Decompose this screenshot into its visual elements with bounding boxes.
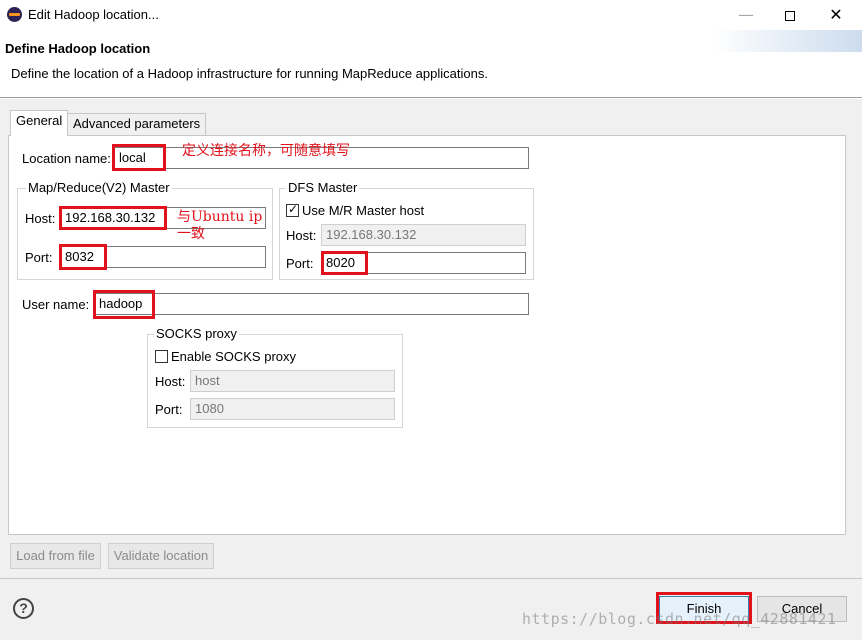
maximize-button[interactable] — [770, 3, 810, 27]
validate-location-button[interactable]: Validate location — [108, 543, 214, 569]
user-name-highlight — [93, 290, 155, 319]
location-name-label: Location name: — [22, 151, 111, 166]
minimize-button[interactable]: — — [726, 3, 766, 27]
enable-socks-label: Enable SOCKS proxy — [171, 349, 297, 364]
user-name-label: User name: — [22, 297, 90, 312]
dfs-port-label: Port: — [286, 256, 314, 271]
header-banner — [712, 30, 862, 52]
title-bar: Edit Hadoop location... — ✕ — [0, 0, 862, 30]
mr-master-title: Map/Reduce(V2) Master — [26, 180, 172, 195]
dialog-header: Define Hadoop location Define the locati… — [0, 30, 862, 98]
watermark: https://blog.csdn.net/qq_42881421 — [522, 610, 837, 628]
eclipse-app-icon — [7, 7, 22, 22]
enable-socks-checkbox[interactable] — [155, 350, 168, 363]
dialog-description: Define the location of a Hadoop infrastr… — [11, 66, 488, 81]
maximize-icon — [785, 10, 795, 21]
host-annotation-line1: 与Ubuntu ip — [177, 209, 263, 225]
user-name-input[interactable]: hadoop — [94, 293, 529, 315]
footer-divider — [0, 578, 862, 579]
tab-advanced-parameters[interactable]: Advanced parameters — [67, 113, 207, 135]
tab-general[interactable]: General — [10, 110, 69, 136]
dfs-host-input[interactable]: 192.168.30.132 — [321, 224, 526, 246]
mr-host-label: Host: — [25, 211, 56, 226]
load-from-file-button[interactable]: Load from file — [10, 543, 101, 569]
help-icon[interactable]: ? — [13, 598, 34, 619]
dialog-title: Define Hadoop location — [5, 41, 151, 56]
use-mr-host-label: Use M/R Master host — [302, 203, 425, 218]
socks-port-input[interactable]: 1080 — [190, 398, 395, 420]
dfs-master-title: DFS Master — [286, 180, 360, 195]
socks-host-input[interactable]: host — [190, 370, 395, 392]
dfs-host-label: Host: — [286, 228, 317, 243]
socks-proxy-title: SOCKS proxy — [154, 326, 239, 341]
socks-host-label: Host: — [155, 374, 186, 389]
mr-host-highlight — [59, 206, 167, 230]
location-name-annotation: 定义连接名称，可随意填写 — [182, 143, 350, 159]
window-title: Edit Hadoop location... — [28, 7, 159, 22]
dfs-port-highlight — [321, 251, 368, 275]
use-mr-host-checkbox[interactable] — [286, 202, 299, 217]
host-annotation-line2: 一致 — [177, 226, 205, 242]
mr-port-highlight — [59, 244, 107, 270]
socks-port-label: Port: — [155, 402, 183, 417]
mr-port-label: Port: — [25, 250, 53, 265]
location-name-highlight — [112, 144, 166, 171]
close-button[interactable]: ✕ — [816, 3, 856, 27]
